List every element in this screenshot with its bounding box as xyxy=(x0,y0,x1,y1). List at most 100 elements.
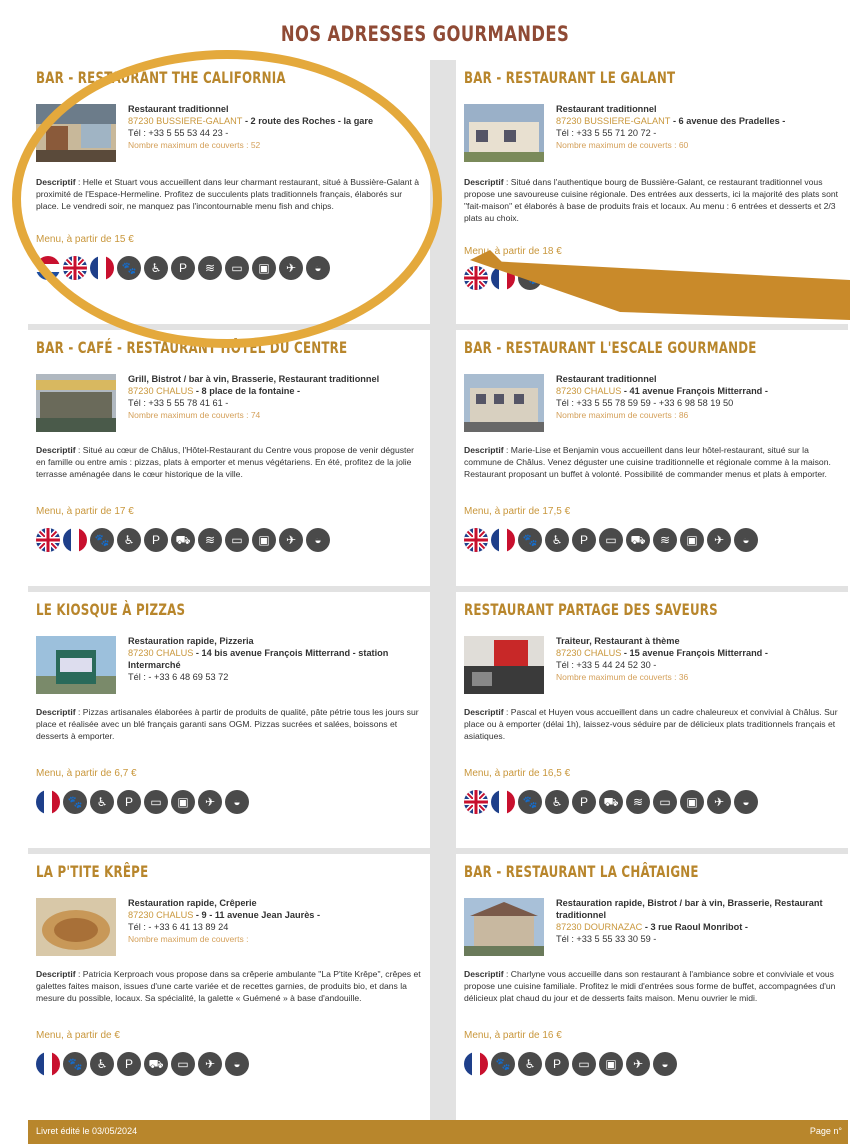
restaurant-phone: Tél : +33 5 44 24 52 30 - xyxy=(556,660,657,670)
car-icon: ⛟ xyxy=(599,790,623,814)
wifi-icon: ≋ xyxy=(653,528,677,552)
description-label: Descriptif xyxy=(36,969,76,979)
wash-icon: ▣ xyxy=(599,1052,623,1076)
parking-icon: P xyxy=(117,1052,141,1076)
flag-fr-icon xyxy=(36,1052,60,1076)
restaurant-card: BAR - RESTAURANT THE CALIFORNIA Restaura… xyxy=(28,60,430,324)
wash-icon: ▣ xyxy=(680,528,704,552)
bird-icon: ✈ xyxy=(279,528,303,552)
bird-icon: ✈ xyxy=(198,1052,222,1076)
flag-uk-icon xyxy=(464,266,488,290)
restaurant-menu-price: Menu, à partir de 16,5 € xyxy=(464,768,571,779)
accessible-icon: ♿ xyxy=(545,528,569,552)
amenity-icons: 🐾 ♿ P ▭ ▣ ✈ ◒ xyxy=(36,790,249,814)
restaurant-description: Descriptif : Pascal et Huyen vous accuei… xyxy=(464,706,844,742)
amenity-icons: 🐾 ♿ P ▭ ⛟ ≋ ▣ ✈ ◒ xyxy=(464,528,758,552)
chef-icon: ◒ xyxy=(734,790,758,814)
amenity-icons: 🐾 ♿ P ⛟ ≋ ▭ ▣ ✈ ◒ xyxy=(36,528,330,552)
restaurant-grid: BAR - RESTAURANT THE CALIFORNIA Restaura… xyxy=(28,60,848,1120)
bird-icon: ✈ xyxy=(707,790,731,814)
bird-icon: ✈ xyxy=(198,790,222,814)
card-icon: ▭ xyxy=(225,256,249,280)
accessible-icon: ♿ xyxy=(90,790,114,814)
parking-icon: P xyxy=(144,528,168,552)
restaurant-city: 87230 CHALUS xyxy=(556,648,622,658)
restaurant-covers: Nombre maximum de couverts : 52 xyxy=(128,140,261,150)
restaurant-description: Descriptif : Situé dans l'authentique bo… xyxy=(464,176,844,224)
description-text: : Situé dans l'authentique bourg de Buss… xyxy=(464,177,839,223)
restaurant-category: Restauration rapide, Pizzeria xyxy=(128,636,254,646)
restaurant-category: Restaurant traditionnel xyxy=(556,104,657,114)
description-label: Descriptif xyxy=(464,177,504,187)
restaurant-covers: Nombre maximum de couverts : 36 xyxy=(556,672,689,682)
description-label: Descriptif xyxy=(464,445,504,455)
description-text: : Pascal et Huyen vous accueillent dans … xyxy=(464,707,838,741)
amenity-icons: 🐾 ♿ P ▭ ▣ ✈ ◒ xyxy=(464,1052,677,1076)
flag-uk-icon xyxy=(63,256,87,280)
flag-uk-icon xyxy=(464,528,488,552)
restaurant-phone: Tél : +33 5 55 78 59 59 - +33 6 98 58 19… xyxy=(556,398,734,408)
chef-icon: ◒ xyxy=(306,256,330,280)
flag-fr-icon xyxy=(464,1052,488,1076)
restaurant-phone: Tél : +33 5 55 78 41 61 - xyxy=(128,398,229,408)
description-text: : Patricia Kerproach vous propose dans s… xyxy=(36,969,421,1003)
restaurant-street: - 8 place de la fontaine - xyxy=(193,386,301,396)
restaurant-street: - 41 avenue François Mitterrand - xyxy=(621,386,768,396)
restaurant-card: LA P'TITE KRÊPE Restauration rapide, Crê… xyxy=(28,854,430,1120)
wash-icon: ▣ xyxy=(680,790,704,814)
car-icon: ⛟ xyxy=(144,1052,168,1076)
restaurant-street: - 9 - 11 avenue Jean Jaurès - xyxy=(193,910,321,920)
restaurant-name: BAR - RESTAURANT THE CALIFORNIA xyxy=(36,68,286,87)
restaurant-card: BAR - CAFÉ - RESTAURANT HÔTEL DU CENTRE … xyxy=(28,330,430,586)
restaurant-category: Grill, Bistrot / bar à vin, Brasserie, R… xyxy=(128,374,380,384)
footer-page-number: Page n° xyxy=(809,1126,842,1136)
restaurant-phone: Tél : +33 5 55 53 44 23 - xyxy=(128,128,229,138)
description-label: Descriptif xyxy=(464,707,504,717)
restaurant-photo xyxy=(36,374,116,432)
restaurant-menu-price: Menu, à partir de 15 € xyxy=(36,234,134,245)
restaurant-description: Descriptif : Helle et Stuart vous accuei… xyxy=(36,176,424,212)
car-icon: ⛟ xyxy=(171,528,195,552)
amenity-icons: 🐾 ♿ P ≋ ▭ ▣ ✈ ◒ xyxy=(36,256,330,280)
restaurant-photo xyxy=(464,636,544,694)
chef-icon: ◒ xyxy=(225,1052,249,1076)
pet-icon: 🐾 xyxy=(63,1052,87,1076)
restaurant-street: - 3 rue Raoul Monribot - xyxy=(642,922,748,932)
restaurant-name: RESTAURANT PARTAGE DES SAVEURS xyxy=(464,600,718,619)
description-text: : Situé au cœur de Châlus, l'Hôtel-Resta… xyxy=(36,445,415,479)
restaurant-card: BAR - RESTAURANT L'ESCALE GOURMANDE Rest… xyxy=(456,330,848,586)
amenity-icons: 🐾 ♿ P ⛟ ≋ ▭ ▣ ✈ ◒ xyxy=(464,790,758,814)
amenity-icons: 🐾 xyxy=(464,266,542,290)
restaurant-card: RESTAURANT PARTAGE DES SAVEURS Traiteur,… xyxy=(456,592,848,848)
restaurant-card: LE KIOSQUE À PIZZAS Restauration rapide,… xyxy=(28,592,430,848)
description-text: : Marie-Lise et Benjamin vous accueillen… xyxy=(464,445,831,479)
restaurant-description: Descriptif : Situé au cœur de Châlus, l'… xyxy=(36,444,424,480)
amenity-icons: 🐾 ♿ P ⛟ ▭ ✈ ◒ xyxy=(36,1052,249,1076)
description-label: Descriptif xyxy=(464,969,504,979)
chef-icon: ◒ xyxy=(734,528,758,552)
card-icon: ▭ xyxy=(653,790,677,814)
description-text: : Charlyne vous accueille dans son resta… xyxy=(464,969,836,1003)
restaurant-category: Restaurant traditionnel xyxy=(128,104,229,114)
pet-icon: 🐾 xyxy=(90,528,114,552)
restaurant-category: Restauration rapide, Bistrot / bar à vin… xyxy=(556,898,823,920)
flag-fr-icon xyxy=(90,256,114,280)
restaurant-photo xyxy=(36,636,116,694)
restaurant-menu-price: Menu, à partir de 18 € xyxy=(464,246,562,257)
chef-icon: ◒ xyxy=(306,528,330,552)
card-icon: ▭ xyxy=(144,790,168,814)
flag-fr-icon xyxy=(491,528,515,552)
accessible-icon: ♿ xyxy=(545,790,569,814)
footer-edition-date: Livret édité le 03/05/2024 xyxy=(36,1126,138,1136)
accessible-icon: ♿ xyxy=(90,1052,114,1076)
restaurant-street: - 2 route des Roches - la gare xyxy=(242,116,374,126)
restaurant-covers: Nombre maximum de couverts : 74 xyxy=(128,410,261,420)
pet-icon: 🐾 xyxy=(518,266,542,290)
parking-icon: P xyxy=(572,528,596,552)
flag-fr-icon xyxy=(63,528,87,552)
restaurant-menu-price: Menu, à partir de 6,7 € xyxy=(36,768,137,779)
wifi-icon: ≋ xyxy=(198,256,222,280)
restaurant-name: BAR - RESTAURANT LE GALANT xyxy=(464,68,676,87)
card-icon: ▭ xyxy=(572,1052,596,1076)
restaurant-street: - 6 avenue des Pradelles - xyxy=(670,116,786,126)
